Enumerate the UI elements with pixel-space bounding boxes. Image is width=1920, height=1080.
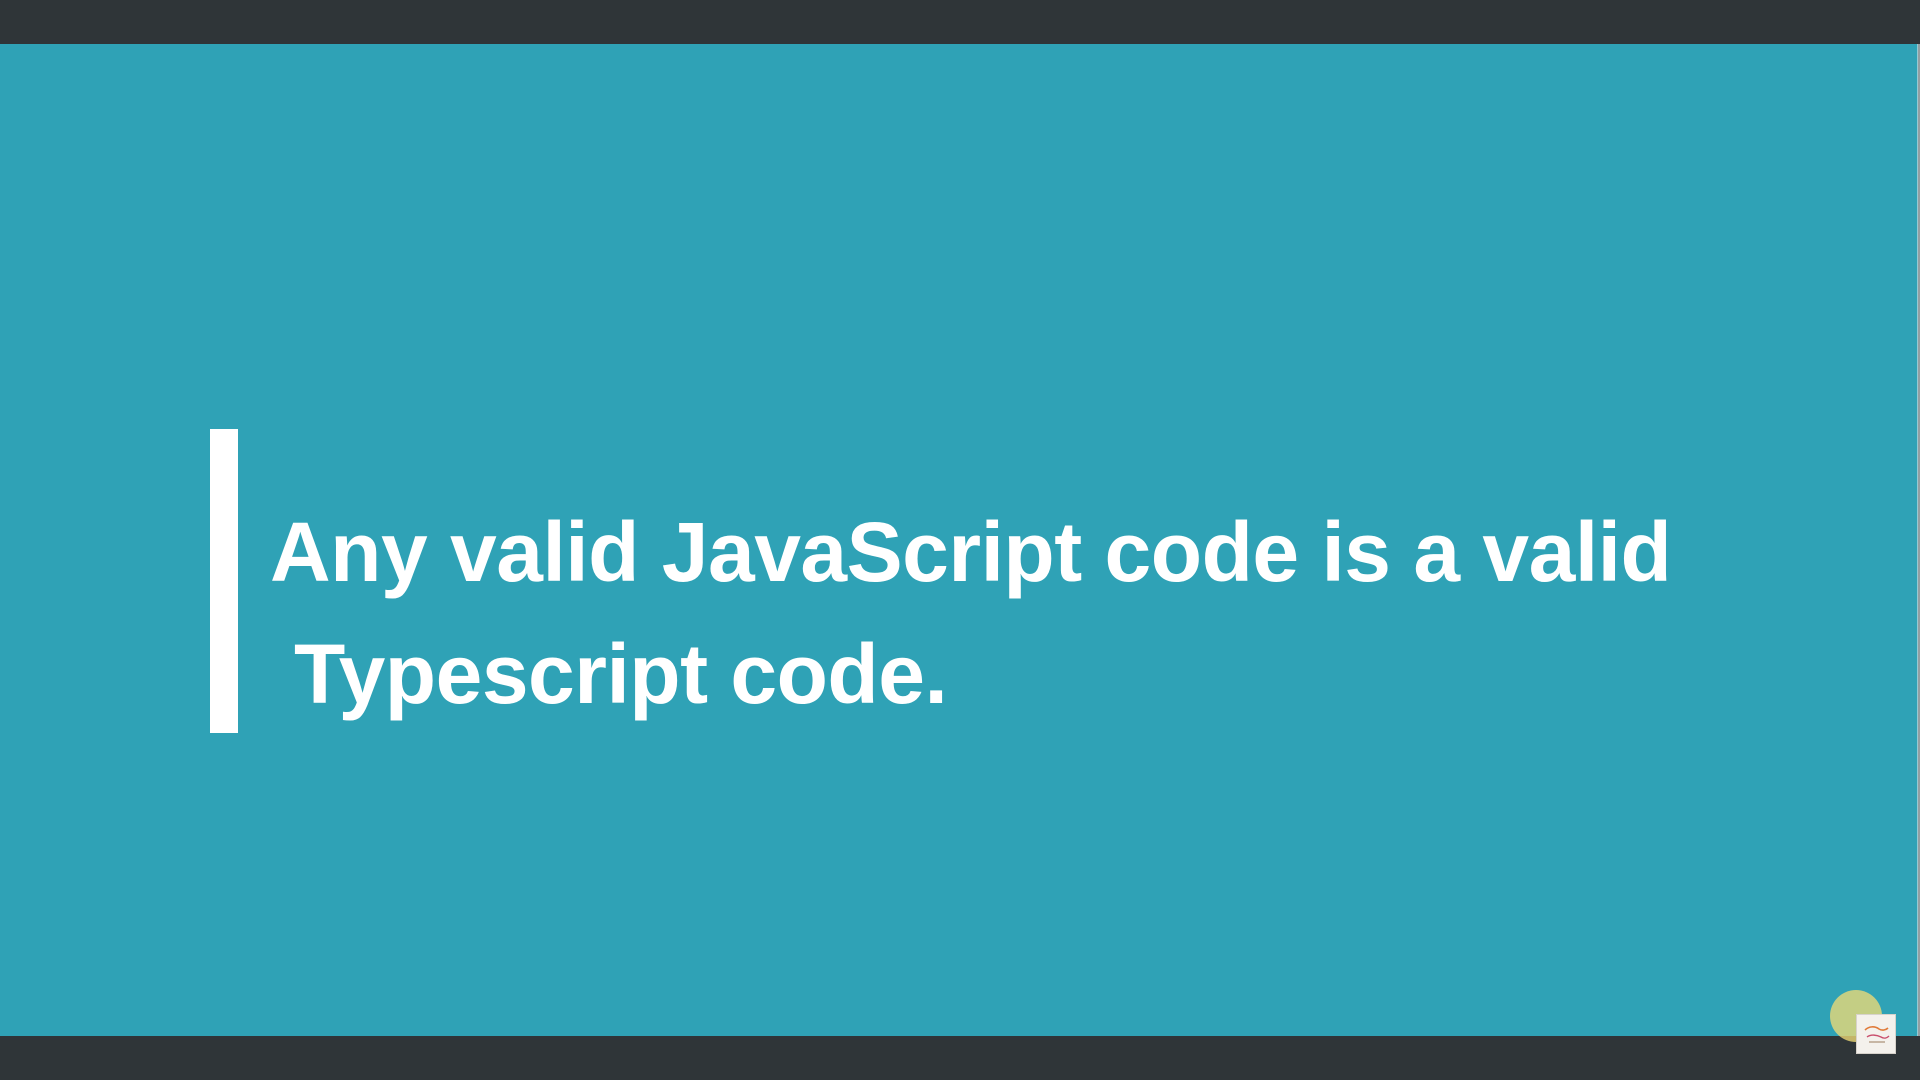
watermark-logo-graphic [1864,1026,1890,1043]
video-frame: Any valid JavaScript code is a valid Typ… [0,0,1920,1080]
quote-text: Any valid JavaScript code is a valid Typ… [270,491,1720,735]
quote-bar [210,429,238,733]
quote-line-1: Any valid JavaScript code is a valid [270,505,1672,599]
presentation-slide: Any valid JavaScript code is a valid Typ… [0,44,1918,1036]
quote-line-2: Typescript code. [294,627,948,721]
watermark-logo-icon [1856,1014,1896,1054]
